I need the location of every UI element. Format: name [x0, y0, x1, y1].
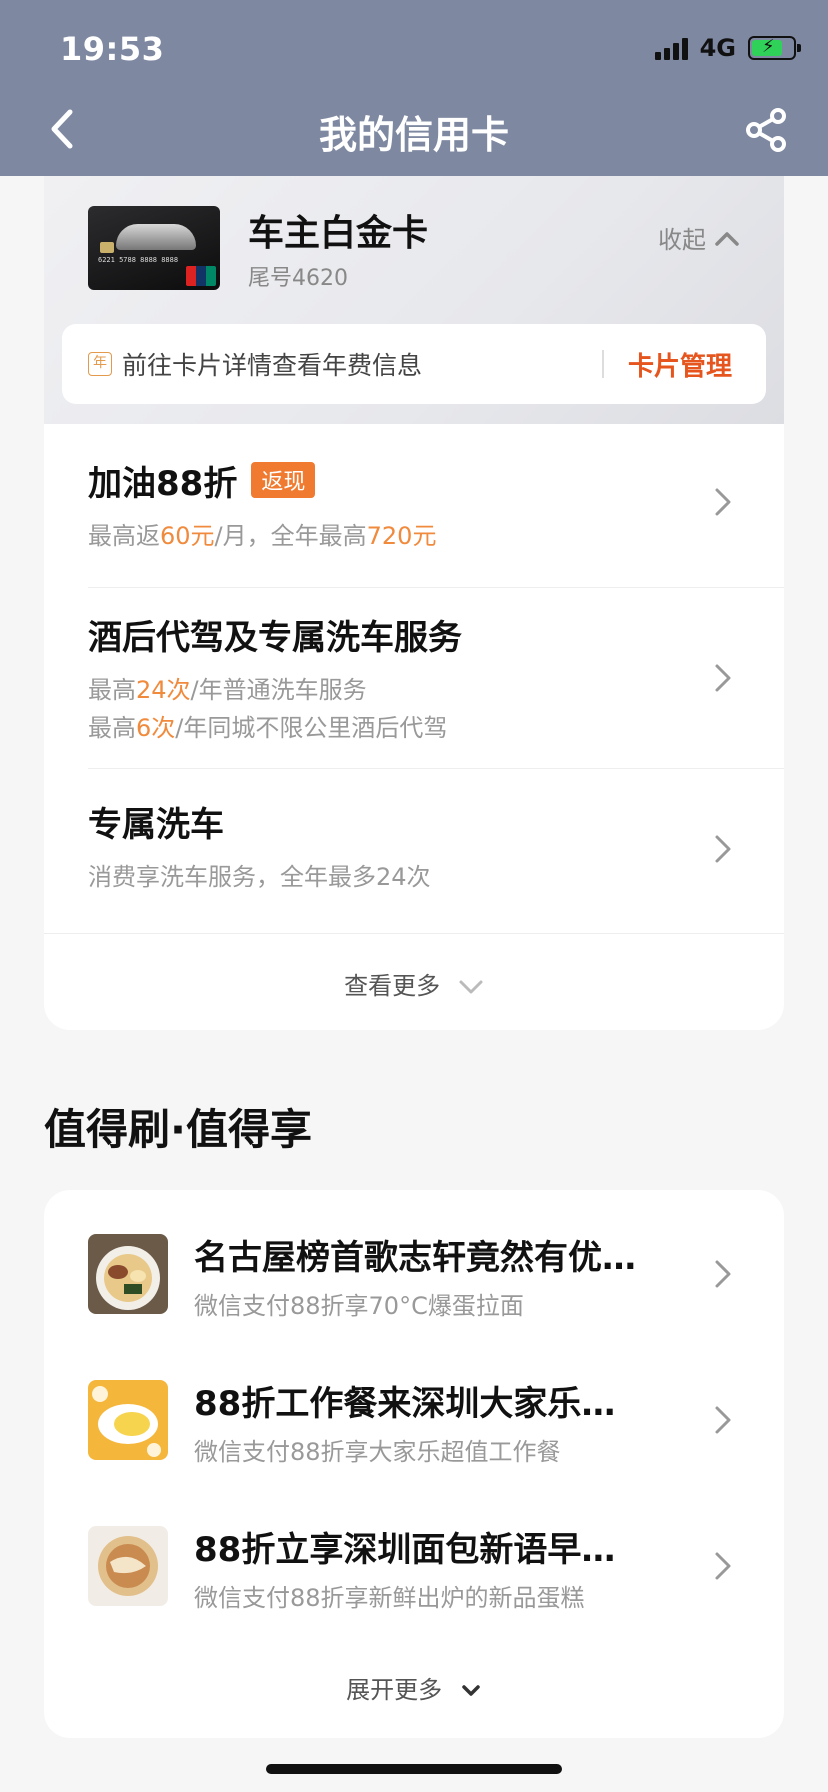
share-icon[interactable] — [742, 106, 790, 154]
benefit-desc-2: 最高6次/年同城不限公里酒后代驾 — [88, 714, 448, 742]
benefit-item-driver[interactable]: 酒后代驾及专属洗车服务 最高24次/年普通洗车服务 最高6次/年同城不限公里酒后… — [44, 588, 784, 768]
benefit-item-carwash[interactable]: 专属洗车 消费享洗车服务，全年最多24次 — [44, 769, 784, 929]
see-more-button[interactable]: 查看更多 — [44, 966, 784, 1001]
section-title: 值得刷·值得享 — [44, 1105, 312, 1154]
offer-subtitle: 微信支付88折享70°C爆蛋拉面 — [194, 1292, 524, 1320]
annual-fee-icon: 年 — [88, 352, 112, 376]
benefit-title: 酒后代驾及专属洗车服务 — [88, 618, 462, 658]
signal-icon — [654, 36, 688, 60]
card-tail-number: 尾号4620 — [248, 266, 348, 291]
chevron-right-icon — [715, 488, 731, 516]
chevron-down-icon — [459, 980, 483, 994]
benefit-item-fuel[interactable]: 加油88折 返现 最高返60元/月，全年最高720元 — [44, 424, 784, 588]
card-name: 车主白金卡 — [248, 213, 429, 254]
offer-title: 名古屋榜首歌志轩竟然有优… — [194, 1238, 636, 1278]
offer-item[interactable]: 88折工作餐来深圳大家乐… 微信支付88折享大家乐超值工作餐 — [44, 1380, 784, 1500]
offer-subtitle: 微信支付88折享新鲜出炉的新品蛋糕 — [194, 1584, 585, 1612]
divider — [602, 350, 604, 378]
benefit-desc: 最高返60元/月，全年最高720元 — [88, 522, 437, 550]
page-title: 我的信用卡 — [318, 113, 509, 157]
chevron-right-icon — [715, 1406, 731, 1434]
offer-image-ramen — [88, 1234, 168, 1314]
benefit-title: 专属洗车 — [88, 805, 224, 845]
collapse-button[interactable]: 收起 — [658, 220, 740, 255]
card-manage-link[interactable]: 卡片管理 — [628, 346, 732, 383]
chevron-up-icon — [715, 231, 739, 246]
expand-more-label: 展开更多 — [346, 1676, 443, 1704]
chevron-right-icon — [715, 1260, 731, 1288]
offer-subtitle: 微信支付88折享大家乐超值工作餐 — [194, 1438, 561, 1466]
offer-item[interactable]: 名古屋榜首歌志轩竟然有优… 微信支付88折享70°C爆蛋拉面 — [44, 1234, 784, 1354]
chevron-right-icon — [715, 835, 731, 863]
offer-item[interactable]: 88折立享深圳面包新语早… 微信支付88折享新鲜出炉的新品蛋糕 — [44, 1526, 784, 1646]
card-header: 6221 5788 8888 8888 车主白金卡 尾号4620 收起 年 前往… — [44, 176, 784, 424]
offer-title: 88折立享深圳面包新语早… — [194, 1530, 616, 1570]
top-bar: 19:53 4G ⚡ 我的信用卡 — [0, 0, 828, 176]
offers-panel: 名古屋榜首歌志轩竟然有优… 微信支付88折享70°C爆蛋拉面 88折工作餐来深圳… — [44, 1190, 784, 1738]
chevron-right-icon — [715, 664, 731, 692]
status-icons: 4G ⚡ — [654, 34, 801, 62]
divider — [44, 933, 784, 934]
chevron-down-icon — [462, 1685, 480, 1696]
chevron-right-icon — [715, 1552, 731, 1580]
see-more-label: 查看更多 — [344, 972, 441, 1000]
offer-image-meal — [88, 1380, 168, 1460]
status-time: 19:53 — [60, 30, 165, 68]
expand-more-button[interactable]: 展开更多 — [44, 1670, 784, 1705]
network-type: 4G — [699, 34, 736, 62]
collapse-label: 收起 — [658, 226, 706, 254]
annual-fee-bar[interactable]: 年 前往卡片详情查看年费信息 卡片管理 — [62, 324, 766, 404]
home-indicator[interactable] — [266, 1764, 562, 1774]
card-panel: 6221 5788 8888 8888 车主白金卡 尾号4620 收起 年 前往… — [44, 176, 784, 1030]
card-image: 6221 5788 8888 8888 — [88, 206, 220, 290]
cashback-badge: 返现 — [251, 462, 316, 498]
offer-image-bread — [88, 1526, 168, 1606]
benefit-title: 加油88折 返现 — [88, 456, 316, 505]
benefit-desc-1: 最高24次/年普通洗车服务 — [88, 676, 367, 704]
benefit-desc: 消费享洗车服务，全年最多24次 — [88, 863, 431, 891]
offer-title: 88折工作餐来深圳大家乐… — [194, 1384, 616, 1424]
annual-fee-text: 前往卡片详情查看年费信息 — [122, 351, 423, 380]
battery-icon: ⚡ — [748, 36, 801, 60]
